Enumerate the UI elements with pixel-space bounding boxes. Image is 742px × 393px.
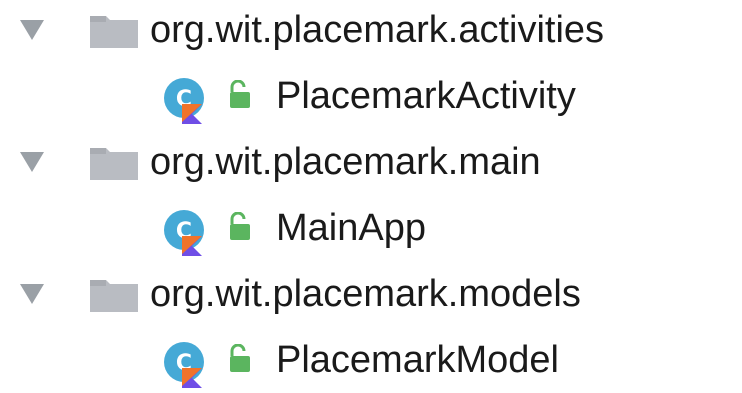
tree-package-row[interactable]: org.wit.placemark.activities	[0, 0, 742, 60]
public-lock-icon	[226, 344, 254, 374]
tree-package-label: org.wit.placemark.activities	[150, 9, 605, 51]
folder-icon	[88, 142, 140, 182]
kotlin-class-icon: C	[160, 338, 216, 390]
expand-triangle-icon[interactable]	[18, 18, 46, 42]
kotlin-class-icon: C	[160, 206, 216, 258]
tree-class-row[interactable]: C PlacemarkModel	[0, 330, 742, 390]
tree-package-row[interactable]: org.wit.placemark.main	[0, 132, 742, 192]
public-lock-icon	[226, 212, 254, 242]
tree-package-row[interactable]: org.wit.placemark.models	[0, 264, 742, 324]
project-tree: org.wit.placemark.activities C Placemark…	[0, 0, 742, 393]
expand-triangle-icon[interactable]	[18, 150, 46, 174]
tree-package-label: org.wit.placemark.models	[150, 273, 581, 315]
tree-package-label: org.wit.placemark.main	[150, 141, 541, 183]
expand-triangle-icon[interactable]	[18, 282, 46, 306]
tree-class-label: PlacemarkActivity	[276, 75, 576, 117]
tree-class-label: PlacemarkModel	[276, 339, 559, 381]
folder-icon	[88, 274, 140, 314]
kotlin-class-icon: C	[160, 74, 216, 126]
folder-icon	[88, 10, 140, 50]
tree-class-row[interactable]: C PlacemarkActivity	[0, 66, 742, 126]
public-lock-icon	[226, 80, 254, 110]
tree-class-row[interactable]: C MainApp	[0, 198, 742, 258]
tree-class-label: MainApp	[276, 207, 426, 249]
